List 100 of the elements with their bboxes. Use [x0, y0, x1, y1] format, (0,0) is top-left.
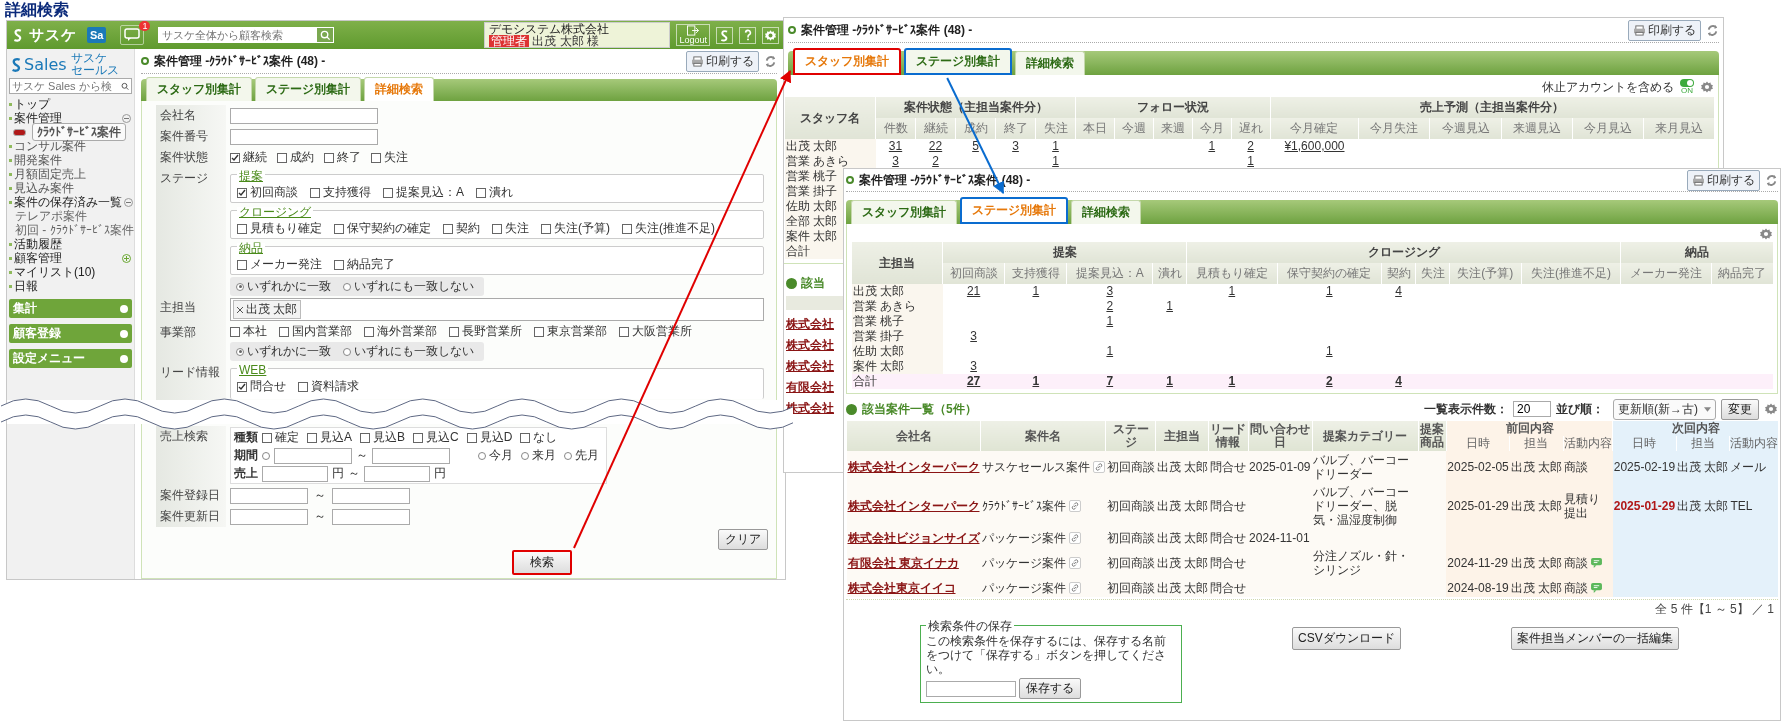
date-field[interactable] [274, 447, 352, 464]
count-link[interactable]: 22 [928, 139, 943, 153]
nav-item[interactable]: 案件の保存済み一覧 [14, 195, 122, 209]
count-link[interactable]: 1 [1052, 139, 1059, 153]
amount-field[interactable] [262, 465, 328, 482]
count-link[interactable]: 1 [1247, 154, 1254, 168]
checkbox[interactable] [277, 152, 287, 163]
print-button[interactable]: 印刷する [1687, 169, 1760, 191]
checkbox[interactable] [237, 187, 247, 198]
count-link[interactable]: 2 [1247, 139, 1254, 153]
count-link[interactable]: 31 [888, 139, 903, 153]
sort-dropdown[interactable]: 更新順(新→古) [1613, 398, 1716, 420]
count-link[interactable]: 2 [932, 154, 939, 168]
company-link[interactable]: 株式会社 [786, 337, 834, 354]
settings-icon[interactable] [1759, 227, 1773, 241]
radio-button[interactable] [236, 282, 244, 291]
nav-subitem[interactable]: コンサル案件 [14, 139, 86, 153]
link-icon[interactable] [1068, 557, 1081, 569]
tag-input-field[interactable]: 出茂 太郎 [230, 298, 764, 321]
refresh-icon[interactable] [764, 54, 777, 68]
settings-icon[interactable] [1764, 402, 1778, 416]
link-icon[interactable] [1068, 532, 1081, 544]
date-field[interactable] [230, 508, 308, 525]
checkbox[interactable] [449, 326, 459, 337]
date-field[interactable] [230, 487, 308, 504]
checkbox[interactable] [307, 432, 317, 443]
checkbox[interactable] [334, 259, 344, 270]
count-link[interactable]: 5 [972, 139, 979, 153]
checkbox[interactable] [364, 326, 374, 337]
group-title-link[interactable]: クロージング [237, 207, 313, 218]
tab[interactable]: スタッフ別集計 [851, 200, 957, 224]
checkbox[interactable] [413, 432, 424, 443]
radio-button[interactable] [564, 451, 572, 460]
nav-subitem[interactable]: 見込み案件 [14, 181, 74, 195]
group-title-link[interactable]: WEB [237, 365, 269, 376]
date-field[interactable] [332, 487, 410, 504]
clear-button[interactable]: クリア [718, 529, 768, 550]
count-link[interactable]: 1 [1325, 344, 1333, 358]
checkbox[interactable] [619, 326, 629, 337]
checkbox[interactable] [520, 432, 531, 443]
bulk-edit-button[interactable]: 案件担当メンバーの一括編集 [1510, 627, 1679, 650]
radio-button[interactable] [521, 451, 529, 460]
count-link[interactable]: 1 [1228, 284, 1236, 298]
count-link[interactable]: 3 [1012, 139, 1019, 153]
count-link[interactable]: 1 [1208, 139, 1216, 153]
count-link[interactable]: 3 [1106, 284, 1114, 298]
company-link[interactable]: 株式会社 [786, 358, 834, 375]
print-button[interactable]: 印刷する [1628, 19, 1701, 41]
link-icon[interactable] [1092, 461, 1105, 473]
refresh-icon[interactable] [1765, 173, 1778, 187]
count-link[interactable]: 3 [970, 329, 977, 343]
input-field[interactable] [230, 107, 378, 124]
company-link[interactable]: 株式会社 [786, 316, 834, 333]
group-title-link[interactable]: 提案 [237, 171, 265, 182]
search-button[interactable] [316, 27, 335, 43]
radio-button[interactable] [236, 347, 244, 356]
radio-button[interactable] [478, 451, 486, 460]
count-link[interactable]: 4 [1395, 284, 1402, 298]
date-field[interactable] [332, 508, 410, 525]
nav-subitem[interactable]: テレアポ案件 [15, 209, 87, 223]
nav-subitem[interactable]: 開発案件 [14, 153, 62, 167]
checkbox[interactable] [360, 432, 370, 443]
settings-icon[interactable] [762, 26, 779, 44]
checkbox[interactable] [541, 223, 551, 234]
count-link[interactable]: 3 [892, 154, 899, 168]
radio-button[interactable] [262, 451, 270, 460]
nav-subitem[interactable]: 月額固定売上 [14, 167, 86, 181]
search-field[interactable]: サスケ Sales から検 [9, 78, 132, 94]
checkbox[interactable] [371, 152, 381, 163]
count-link[interactable]: 1 [1166, 299, 1173, 313]
help-icon[interactable] [739, 26, 756, 44]
checkbox[interactable] [279, 326, 289, 337]
date-field[interactable] [372, 447, 450, 464]
checkbox[interactable] [466, 432, 477, 443]
memo-icon[interactable] [1591, 583, 1603, 593]
checkbox[interactable] [237, 381, 247, 392]
checkbox[interactable] [622, 223, 632, 234]
company-link[interactable]: 株式会社ビジョンサイズ [847, 531, 980, 545]
count-link[interactable]: 1 [1032, 284, 1040, 298]
checkbox[interactable] [230, 326, 240, 337]
checkbox[interactable] [298, 381, 308, 392]
count-link[interactable]: 1 [1166, 374, 1173, 388]
count-link[interactable]: ¥1,600,000 [1284, 139, 1345, 153]
count-link[interactable]: 1 [1228, 374, 1236, 388]
nav-item[interactable]: トップ [14, 97, 50, 111]
per-page-field[interactable]: 20 [1513, 401, 1551, 417]
search-button[interactable]: 検索 [512, 550, 572, 575]
checkbox[interactable] [262, 432, 272, 443]
count-link[interactable]: 7 [1106, 374, 1114, 388]
count-link[interactable]: 21 [966, 284, 981, 298]
person-tag[interactable]: 出茂 太郎 [233, 300, 302, 319]
count-link[interactable]: 1 [1032, 374, 1040, 388]
tab[interactable]: スタッフ別集計 [146, 77, 252, 101]
memo-icon[interactable] [1591, 558, 1603, 568]
count-link[interactable]: 1 [1106, 344, 1114, 358]
nav-subitem[interactable]: 初回 - ｸﾗｳﾄﾞｻｰﾋﾞｽ案件 [15, 223, 134, 237]
count-link[interactable]: 4 [1395, 374, 1402, 388]
print-button[interactable]: 印刷する [686, 50, 759, 72]
checkbox[interactable] [476, 187, 486, 198]
checkbox[interactable] [334, 223, 344, 234]
